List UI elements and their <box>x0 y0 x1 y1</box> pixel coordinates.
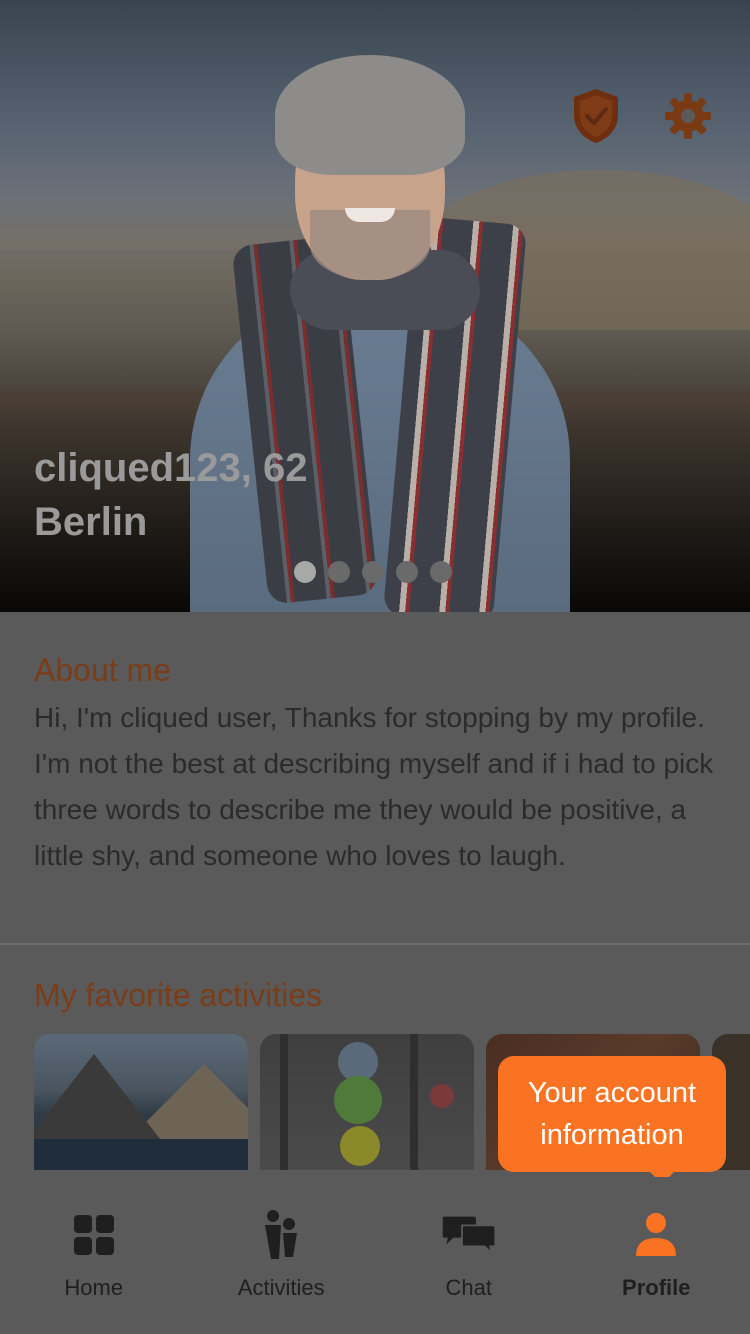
tab-activities[interactable]: Activities <box>188 1177 376 1334</box>
activity-card-gym[interactable] <box>260 1034 474 1170</box>
settings-button[interactable] <box>658 86 718 146</box>
tab-home[interactable]: Home <box>0 1177 188 1334</box>
tab-label: Home <box>64 1275 124 1300</box>
tab-label: Activities <box>237 1275 325 1300</box>
pagination-dot[interactable] <box>328 561 350 583</box>
people-icon <box>253 1207 309 1263</box>
tab-label: Chat <box>445 1275 492 1300</box>
profile-photo[interactable]: cliqued123, 62 Berlin <box>0 0 750 612</box>
verified-shield-button[interactable] <box>566 86 626 146</box>
person-icon <box>628 1207 684 1263</box>
chat-icon <box>441 1207 497 1263</box>
pagination-dot[interactable] <box>430 561 452 583</box>
profile-person <box>150 40 610 612</box>
grid-icon <box>66 1207 122 1263</box>
bottom-tab-bar: Home Activities Chat Profile <box>0 1177 750 1334</box>
pagination-dot[interactable] <box>294 561 316 583</box>
account-info-tooltip[interactable]: Your account information <box>498 1056 726 1184</box>
photo-pagination[interactable] <box>294 561 452 583</box>
tab-profile[interactable]: Profile <box>563 1177 750 1334</box>
about-title: About me <box>34 652 171 688</box>
activity-card-hiking[interactable] <box>34 1034 248 1170</box>
shield-check-icon <box>574 89 618 143</box>
profile-name-age: cliqued123, 62 <box>34 446 308 490</box>
profile-city: Berlin <box>34 500 148 544</box>
tab-chat[interactable]: Chat <box>375 1177 563 1334</box>
about-section: About me Hi, I'm cliqued user, Thanks fo… <box>0 612 750 945</box>
pagination-dot[interactable] <box>362 561 384 583</box>
gear-icon <box>665 93 711 139</box>
about-text: Hi, I'm cliqued user, Thanks for stoppin… <box>34 702 714 871</box>
pagination-dot[interactable] <box>396 561 418 583</box>
tab-label: Profile <box>622 1275 691 1300</box>
activities-title: My favorite activities <box>34 977 323 1013</box>
